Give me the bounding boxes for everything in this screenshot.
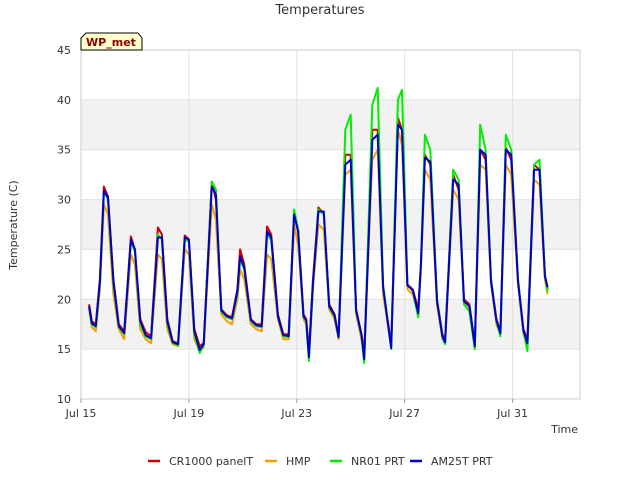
x-axis-ticks: Jul 15 Jul 19 Jul 23 Jul 27 Jul 31 (65, 399, 528, 420)
x-axis-label: Time (550, 423, 578, 436)
legend-label: CR1000 panelT (169, 455, 253, 468)
y-tick-label: 45 (57, 44, 71, 57)
x-tick-label: Jul 19 (173, 407, 205, 420)
x-tick-label: Jul 27 (388, 407, 420, 420)
x-tick-label: Jul 31 (496, 407, 528, 420)
chart-title: Temperatures (274, 3, 364, 18)
y-tick-label: 30 (57, 194, 71, 207)
y-tick-label: 40 (57, 94, 71, 107)
x-tick-label: Jul 23 (280, 407, 312, 420)
y-tick-label: 20 (57, 293, 71, 306)
legend-label: NR01 PRT (351, 455, 405, 468)
y-axis-label: Temperature (C) (7, 180, 20, 270)
y-tick-label: 15 (57, 343, 71, 356)
y-tick-label: 35 (57, 144, 71, 157)
plot-background (81, 50, 580, 399)
legend-label: HMP (286, 455, 311, 468)
x-tick-label: Jul 15 (65, 407, 97, 420)
legend-label: AM25T PRT (431, 455, 493, 468)
badge-label: WP_met (86, 36, 136, 49)
temperature-chart: Temperatures 1015202530354045 Jul 15 Jul … (7, 3, 581, 468)
y-axis-ticks: 10 15 20 25 30 35 40 45 (57, 44, 71, 406)
legend: CR1000 panelT HMP NR01 PRT AM25T PRT (148, 455, 493, 468)
station-badge: WP_met (80, 32, 143, 51)
y-tick-label: 10 (57, 393, 71, 406)
y-tick-label: 25 (57, 243, 71, 256)
